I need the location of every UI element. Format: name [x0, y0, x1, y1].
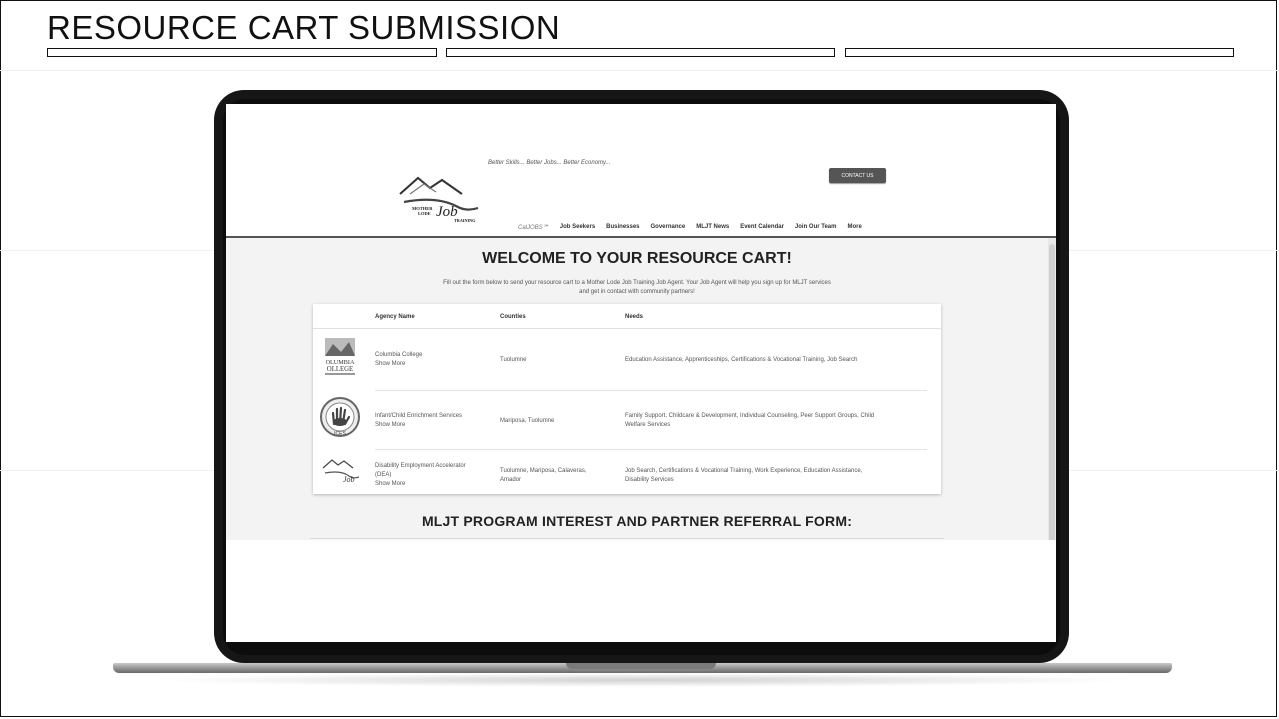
row-divider — [375, 390, 927, 391]
screen-lower-area — [226, 540, 1056, 642]
column-header-needs: Needs — [625, 314, 644, 320]
laptop-shadow — [150, 673, 1135, 687]
laptop-notch — [566, 663, 716, 669]
background-line — [0, 70, 1279, 71]
cart-intro-line2: and get in contact with community partne… — [579, 289, 695, 295]
nav-item-governance[interactable]: Governance — [651, 224, 686, 231]
show-more-link[interactable]: Show More — [375, 421, 405, 429]
site-header: Better Skills... Better Jobs... Better E… — [226, 104, 1056, 238]
nav-item-join-our-team[interactable]: Join Our Team — [795, 224, 837, 231]
svg-text:ICES: ICES — [334, 431, 346, 437]
site-nav: CalJOBS℠ Job Seekers Businesses Governan… — [518, 224, 862, 231]
svg-text:TRAINING: TRAINING — [454, 218, 476, 223]
agency-needs-line2: Welfare Services — [625, 422, 671, 428]
svg-text:OLUMBIA: OLUMBIA — [326, 359, 355, 366]
agency-name-line1: Disability Employment Accelerator — [375, 463, 466, 469]
nav-item-more[interactable]: More — [847, 224, 861, 231]
svg-text:OLLEGE: OLLEGE — [327, 366, 353, 373]
show-more-link[interactable]: Show More — [375, 360, 405, 368]
agency-counties: Tuolumne — [500, 357, 527, 363]
column-header-agency: Agency Name — [375, 314, 415, 320]
title-underline-bar — [446, 48, 835, 57]
cart-intro-line1: Fill out the form below to send your res… — [443, 280, 831, 286]
agency-name-line2: (DEA) — [375, 472, 392, 478]
contact-us-button[interactable]: CONTACT US — [829, 168, 886, 183]
mother-lode-logo[interactable]: MOTHER LODE Job TRAINING — [396, 172, 486, 226]
show-more-link[interactable]: Show More — [375, 480, 405, 488]
agency-needs-line1: Job Search, Certifications & Vocational … — [625, 468, 863, 474]
agency-counties: Mariposa, Tuolumne — [500, 418, 555, 424]
nav-item-job-seekers[interactable]: Job Seekers — [560, 224, 595, 231]
table-header-divider — [313, 328, 941, 329]
nav-item-mljt-news[interactable]: MLJT News — [696, 224, 729, 231]
site-tagline: Better Skills... Better Jobs... Better E… — [488, 160, 611, 166]
svg-text:Job: Job — [343, 475, 355, 484]
cart-heading: WELCOME TO YOUR RESOURCE CART! — [482, 250, 792, 267]
title-underline-bar — [845, 48, 1234, 57]
nav-item-caljobs[interactable]: CalJOBS℠ — [518, 224, 549, 231]
resource-cart-table: Agency Name Counties Needs OLUMBIA OLLEG… — [313, 304, 941, 494]
laptop-screen: Better Skills... Better Jobs... Better E… — [226, 104, 1056, 642]
agency-name: Columbia College — [375, 352, 423, 358]
scrollbar-thumb[interactable] — [1049, 244, 1055, 544]
agency-counties-line2: Amador — [500, 477, 522, 483]
agency-needs-line1: Family Support, Childcare & Development,… — [625, 413, 875, 419]
agency-name: Infant/Child Enrichment Services — [375, 413, 463, 419]
nav-item-event-calendar[interactable]: Event Calendar — [740, 224, 784, 231]
svg-text:LODE: LODE — [418, 211, 431, 216]
agency-needs: Education Assistance, Apprenticeships, C… — [625, 357, 858, 363]
form-divider — [310, 538, 944, 539]
nav-item-businesses[interactable]: Businesses — [606, 224, 639, 231]
columbia-college-logo: OLUMBIA OLLEGE — [325, 338, 355, 375]
column-header-counties: Counties — [500, 314, 526, 320]
referral-form-heading: MLJT PROGRAM INTEREST AND PARTNER REFERR… — [421, 513, 853, 529]
mother-lode-job-training-logo: Job — [322, 459, 360, 484]
ices-handprint-logo: ICES — [320, 397, 360, 437]
agency-needs-line2: Disability Services — [625, 477, 674, 483]
row-divider — [375, 449, 927, 450]
title-underline-bar — [47, 48, 437, 57]
agency-counties-line1: Tuolumne, Mariposa, Calaveras, — [500, 468, 587, 474]
slide-title: RESOURCE CART SUBMISSION — [47, 9, 561, 46]
